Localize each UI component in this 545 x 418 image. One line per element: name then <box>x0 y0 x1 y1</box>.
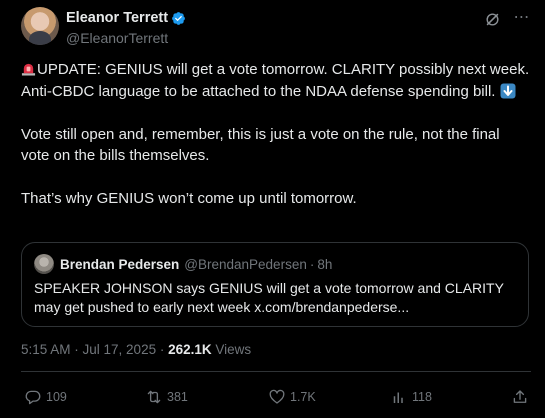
verified-badge-icon <box>172 11 185 25</box>
tweet-body: UPDATE: GENIUS will get a vote tomorrow.… <box>21 59 531 231</box>
author-name-block: Eleanor Terrett @EleanorTerrett <box>66 9 186 46</box>
quoted-author-handle: @BrendanPedersen <box>184 256 307 272</box>
repost-icon <box>147 390 161 404</box>
quoted-tweet-header: Brendan Pedersen @BrendanPedersen · 8h <box>34 254 516 274</box>
heart-icon <box>269 389 285 404</box>
bookmark-count: 118 <box>412 390 432 404</box>
reply-button[interactable]: 109 <box>24 386 67 408</box>
like-count: 1.7K <box>290 390 316 404</box>
tweet-header: Eleanor Terrett @EleanorTerrett ⋯ <box>21 7 531 47</box>
share-button[interactable] <box>511 386 529 408</box>
police-light-emoji <box>21 63 36 76</box>
tweet-timestamp[interactable]: 5:15 AM · Jul 17, 2025 · <box>21 342 168 357</box>
tweet-paragraph-3: That’s why GENIUS won’t come up until to… <box>21 190 357 207</box>
tweet-paragraph-2: Vote still open and, remember, this is j… <box>21 125 500 165</box>
more-icon[interactable]: ⋯ <box>513 9 531 27</box>
quoted-tweet[interactable]: Brendan Pedersen @BrendanPedersen · 8h S… <box>21 242 529 327</box>
grok-icon[interactable] <box>484 11 501 28</box>
tweet-paragraph-1: UPDATE: GENIUS will get a vote tomorrow.… <box>21 59 531 102</box>
tweet-actions: 109 381 1.7K 118 <box>24 386 534 408</box>
views-count: 262.1K <box>168 342 212 357</box>
views-label: Views <box>211 342 252 357</box>
repost-count: 381 <box>167 390 188 404</box>
reply-icon <box>25 390 41 405</box>
bookmark-button[interactable]: 118 <box>390 386 432 408</box>
author-handle[interactable]: @EleanorTerrett <box>66 30 186 46</box>
down-arrow-emoji <box>500 83 516 98</box>
repost-button[interactable]: 381 <box>145 386 188 408</box>
quoted-author-name: Brendan Pedersen <box>60 256 180 272</box>
like-button[interactable]: 1.7K <box>268 386 316 408</box>
actions-divider <box>21 371 531 372</box>
quoted-time: 8h <box>317 256 333 272</box>
tweet-meta: 5:15 AM · Jul 17, 2025 · 262.1K Views <box>21 342 251 357</box>
reply-count: 109 <box>46 390 67 404</box>
quoted-separator: · <box>309 256 315 272</box>
tweet-card: Eleanor Terrett @EleanorTerrett ⋯ UPDATE… <box>0 0 545 418</box>
author-avatar[interactable] <box>21 7 59 45</box>
bookmark-icon <box>393 392 403 403</box>
quoted-author-avatar <box>34 254 54 274</box>
author-display-name[interactable]: Eleanor Terrett <box>66 10 186 26</box>
share-icon <box>513 390 527 403</box>
quoted-tweet-text: SPEAKER JOHNSON says GENIUS will get a v… <box>34 280 504 315</box>
tweet-paragraph-1-text: UPDATE: GENIUS will get a vote tomorrow.… <box>21 61 530 100</box>
author-display-name-text[interactable]: Eleanor Terrett <box>66 10 168 26</box>
